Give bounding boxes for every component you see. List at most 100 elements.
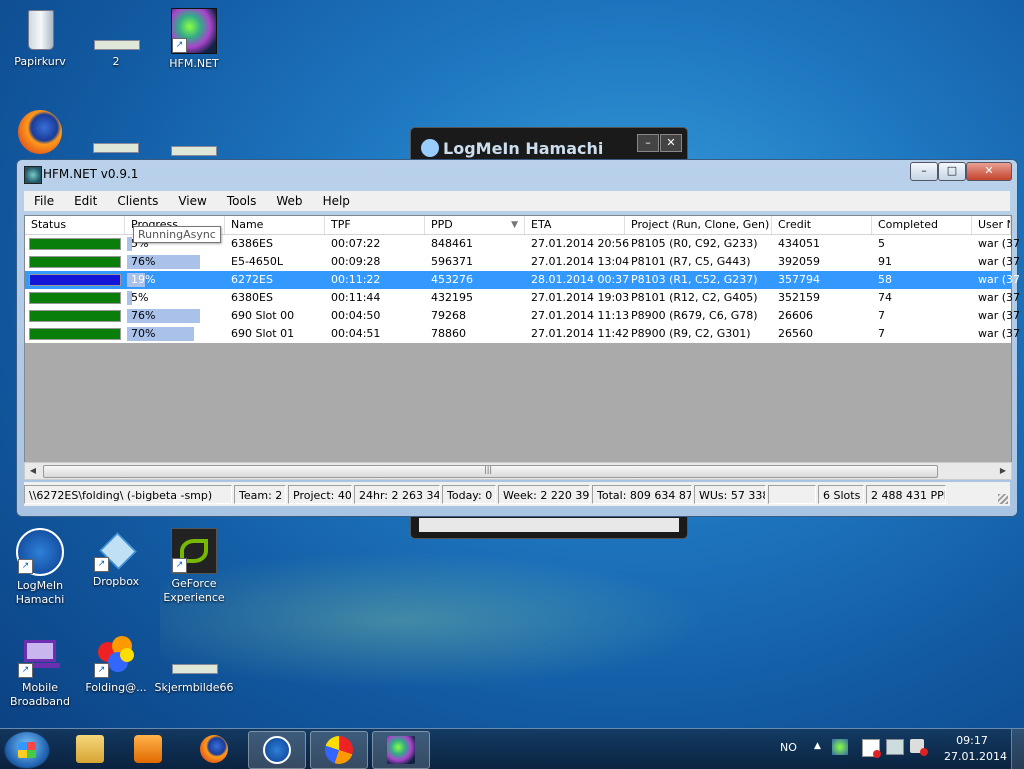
desktop-icon-dropbox[interactable]: ↗ Dropbox: [76, 528, 156, 589]
action-center-flag-icon[interactable]: [862, 739, 881, 758]
clock-time: 09:17: [956, 734, 988, 747]
desktop-icon-label: Skjermbilde66: [154, 681, 234, 694]
scroll-left-icon[interactable]: ◀: [25, 463, 41, 479]
cell-user: war (37: [978, 327, 1021, 340]
show-desktop-button[interactable]: [1011, 729, 1024, 769]
cell-tpf: 00:11:22: [331, 273, 381, 286]
status-week: Week: 2 220 395: [498, 485, 590, 504]
desktop-icon-geforce[interactable]: ↗ GeForce Experience: [154, 528, 234, 605]
taskbar-media-player[interactable]: [120, 731, 176, 767]
taskbar-firefox[interactable]: [186, 731, 242, 767]
hfm-tray-icon[interactable]: [832, 739, 848, 755]
horizontal-scrollbar[interactable]: ◀ ||| ▶: [24, 462, 1012, 480]
menu-file[interactable]: File: [24, 194, 64, 208]
desktop-icon-mobile-broadband[interactable]: ↗ Mobile Broadband: [0, 634, 80, 709]
desktop-file-thumbnail[interactable]: [171, 146, 217, 156]
cell-eta: 27.01.2014 11:42: [531, 327, 630, 340]
desktop-icon-firefox[interactable]: [0, 110, 80, 157]
scroll-thumb[interactable]: |||: [43, 465, 938, 478]
cell-user: war (37: [978, 291, 1021, 304]
network-icon[interactable]: [886, 739, 904, 755]
table-row[interactable]: 76% E5-4650L 00:09:28 596371 27.01.2014 13:0…: [25, 253, 1020, 271]
cell-project: P8900 (R679, C6, G78): [631, 309, 758, 322]
scroll-right-icon[interactable]: ▶: [995, 463, 1011, 479]
clients-grid[interactable]: Status Progress Name TPF PPD ▼ ETA Projec…: [24, 215, 1020, 463]
cell-user: war (37: [978, 309, 1021, 322]
desktop-icon-folding[interactable]: ↗ Folding@...: [76, 634, 156, 695]
shortcut-arrow-icon: ↗: [172, 558, 187, 573]
recycle-bin-icon: [18, 8, 62, 52]
desktop-icon-label: 2: [112, 55, 120, 68]
taskbar-hfm[interactable]: [372, 731, 430, 769]
cell-eta: 27.01.2014 11:13: [531, 309, 630, 322]
hamachi-close-button[interactable]: ✕: [660, 134, 682, 152]
image-file-icon: [94, 8, 140, 52]
hamachi-logo-icon: [421, 139, 439, 157]
column-status[interactable]: Status: [25, 216, 125, 234]
hamachi-minimize-button[interactable]: –: [637, 134, 659, 152]
cell-name: 6272ES: [231, 273, 273, 286]
desktop-icon-hfm-net[interactable]: ↗ HFM.NET: [154, 8, 234, 71]
taskbar-explorer[interactable]: [62, 731, 118, 767]
cell-completed: 74: [878, 291, 892, 304]
volume-muted-icon[interactable]: [910, 739, 928, 756]
cell-completed: 91: [878, 255, 892, 268]
cell-credit: 357794: [778, 273, 820, 286]
taskbar-hamachi[interactable]: [248, 731, 306, 769]
shortcut-arrow-icon: ↗: [18, 663, 33, 678]
column-name[interactable]: Name: [225, 216, 325, 234]
column-tpf[interactable]: TPF: [325, 216, 425, 234]
minimize-button[interactable]: –: [910, 162, 938, 181]
menu-clients[interactable]: Clients: [107, 194, 168, 208]
wallpaper-glow: [160, 540, 760, 700]
column-completed[interactable]: Completed: [872, 216, 972, 234]
resize-grip-icon[interactable]: [998, 494, 1008, 504]
taskbar-folding[interactable]: [310, 731, 368, 769]
column-credit[interactable]: Credit: [772, 216, 872, 234]
status-24hr: 24hr: 2 263 340: [354, 485, 440, 504]
hamachi-icon: ↗: [16, 528, 64, 576]
progress-text: 76%: [131, 309, 156, 322]
menu-view[interactable]: View: [168, 194, 216, 208]
cell-user: war (37: [978, 255, 1021, 268]
desktop-icon-skjermbilde[interactable]: Skjermbilde66: [154, 634, 234, 695]
cell-eta: 27.01.2014 13:04: [531, 255, 630, 268]
table-row[interactable]: 76% 690 Slot 00 00:04:50 79268 27.01.2014 11…: [25, 307, 1020, 325]
table-row[interactable]: 19% 6272ES 00:11:22 453276 28.01.2014 00:37 P…: [25, 271, 1020, 289]
desktop-icon-recycle-bin[interactable]: Papirkurv: [0, 8, 80, 69]
hfm-app-icon: [24, 166, 42, 184]
show-hidden-icons-icon[interactable]: ▲: [814, 741, 821, 751]
table-row[interactable]: 5% 6380ES 00:11:44 432195 27.01.2014 19:03 P8…: [25, 289, 1020, 307]
status-indicator: [29, 238, 121, 250]
shortcut-arrow-icon: ↗: [94, 663, 109, 678]
cell-credit: 352159: [778, 291, 820, 304]
hfm-main-window[interactable]: HFM.NET v0.9.1 – □ ✕ File Edit Clients V…: [16, 159, 1020, 517]
cell-name: 690 Slot 01: [231, 327, 295, 340]
sort-desc-icon: ▼: [511, 220, 518, 230]
desktop-icon-hamachi[interactable]: ↗ LogMeIn Hamachi: [0, 528, 80, 607]
desktop-icon-label: LogMeIn Hamachi: [15, 579, 65, 606]
cell-project: P8900 (R9, C2, G301): [631, 327, 751, 340]
column-ppd[interactable]: PPD ▼: [425, 216, 525, 234]
desktop-file-thumbnail[interactable]: [93, 143, 139, 153]
desktop-icon-file-2[interactable]: 2: [76, 8, 156, 69]
language-indicator[interactable]: NO: [780, 741, 797, 754]
menu-web[interactable]: Web: [266, 194, 312, 208]
dropbox-icon: ↗: [94, 528, 138, 572]
column-eta[interactable]: ETA: [525, 216, 625, 234]
menu-bar: File Edit Clients View Tools Web Help: [24, 191, 1010, 211]
column-user[interactable]: User N: [972, 216, 1011, 234]
menu-help[interactable]: Help: [313, 194, 360, 208]
image-file-icon: [172, 634, 218, 678]
table-row[interactable]: 70% 690 Slot 01 00:04:51 78860 27.01.2014 11…: [25, 325, 1020, 343]
maximize-button[interactable]: □: [938, 162, 966, 181]
status-wus: WUs: 57 338: [694, 485, 766, 504]
clock[interactable]: 09:17 27.01.2014: [944, 734, 1007, 763]
cell-project: P8103 (R1, C52, G237): [631, 273, 758, 286]
close-button[interactable]: ✕: [966, 162, 1012, 181]
start-button[interactable]: [4, 731, 50, 769]
menu-tools[interactable]: Tools: [217, 194, 267, 208]
menu-edit[interactable]: Edit: [64, 194, 107, 208]
cell-ppd: 848461: [431, 237, 473, 250]
column-project[interactable]: Project (Run, Clone, Gen): [625, 216, 772, 234]
